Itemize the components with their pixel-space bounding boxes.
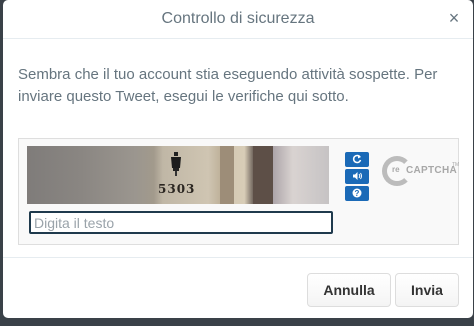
captcha-audio-button[interactable]: [345, 169, 369, 184]
dialog-header: Controllo di sicurezza ×: [3, 0, 473, 39]
cancel-button[interactable]: Annulla: [307, 273, 391, 307]
captcha-help-button[interactable]: ?: [345, 186, 369, 201]
security-check-dialog: Controllo di sicurezza × Sembra che il t…: [3, 0, 473, 318]
captcha-reload-button[interactable]: [345, 152, 369, 167]
captcha-challenge-image: 5303: [27, 146, 329, 204]
dialog-footer: Annulla Invia: [3, 258, 473, 318]
wall-lamp-image: [171, 152, 181, 176]
dialog-title: Controllo di sicurezza: [161, 10, 315, 27]
recaptcha-widget: 5303 ?: [18, 138, 459, 245]
close-icon[interactable]: ×: [445, 9, 463, 27]
warning-message: Sembra che il tuo account stia eseguendo…: [18, 66, 438, 105]
captcha-response-input[interactable]: [29, 211, 333, 234]
svg-text:?: ?: [355, 189, 360, 198]
send-button[interactable]: Invia: [395, 273, 459, 307]
reload-icon: [352, 154, 362, 164]
help-icon: ?: [352, 188, 362, 198]
captcha-house-number: 5303: [158, 182, 196, 196]
recaptcha-logo: re CAPTCHA TM: [382, 153, 459, 193]
audio-icon: [352, 172, 362, 180]
dialog-body: Sembra che il tuo account stia eseguendo…: [3, 39, 473, 258]
